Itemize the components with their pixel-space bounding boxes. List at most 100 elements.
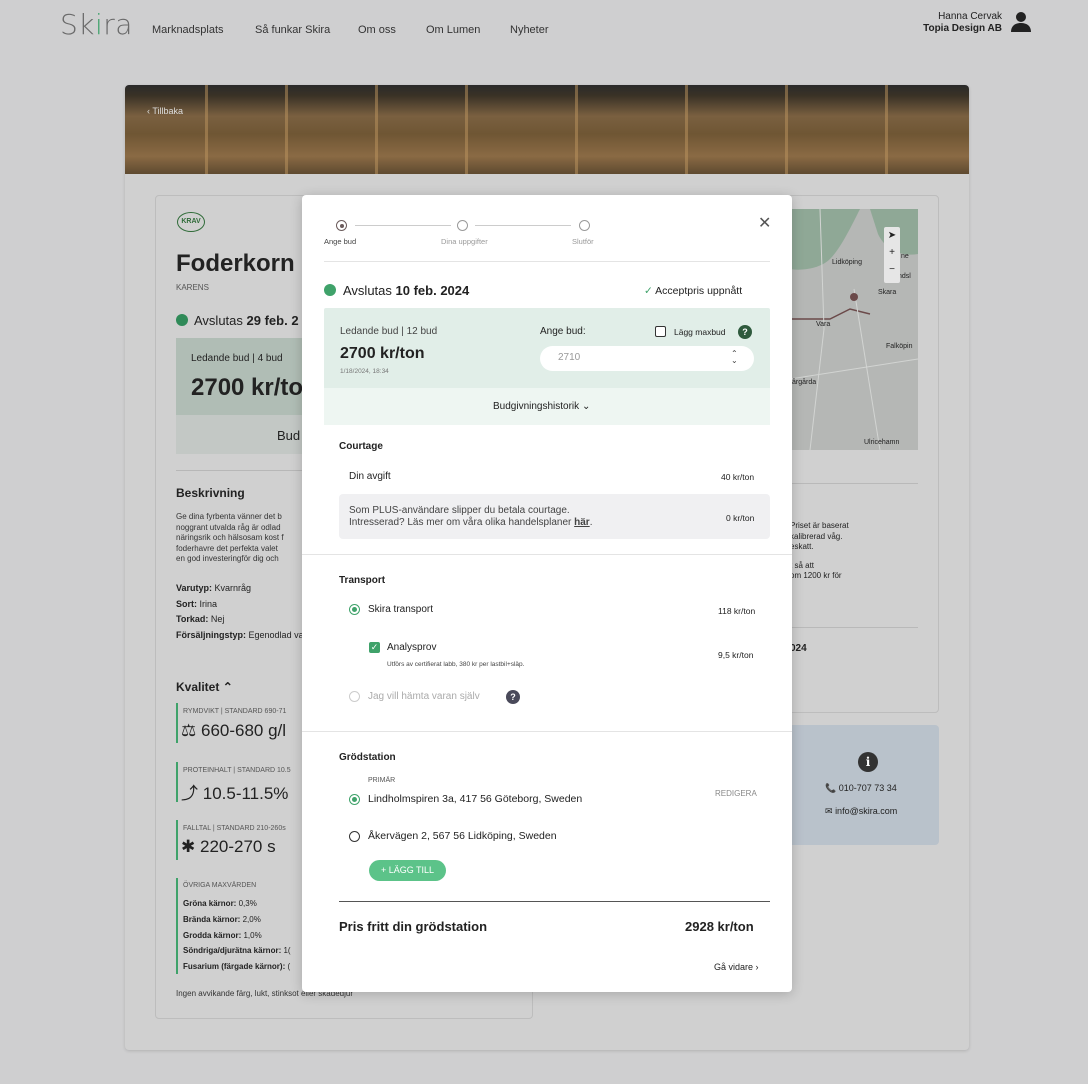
other-row: Brända kärnor: 2,0% — [183, 912, 291, 928]
stepper-line — [355, 225, 451, 226]
nav-om-oss[interactable]: Om oss — [358, 24, 396, 36]
ends-date: 10 feb. 2024 — [395, 283, 470, 298]
side-text: Priset är baserat kalibrerad våg. eskatt… — [790, 521, 849, 582]
stepper-arrows-icon[interactable]: ⌃ ⌄ — [731, 350, 738, 365]
info-icon: i — [858, 752, 878, 772]
nav-sa-funkar-skira[interactable]: Så funkar Skira — [255, 24, 330, 36]
other-key: Fusarium (färgade kärnor): — [183, 962, 286, 972]
other-value: ( — [287, 962, 291, 972]
other-row: Gröna kärnor: 0,3% — [183, 896, 291, 912]
quality-label: RYMDVIKT | STANDARD 690-71 — [183, 708, 287, 715]
station-2-radio[interactable] — [349, 831, 360, 842]
leading-bid-time: 1/18/2024, 18:34 — [340, 368, 389, 375]
bid-input[interactable]: 2710 — [540, 346, 754, 371]
krav-logo: KRAV — [177, 212, 205, 232]
ends-label: Avslutas — [343, 283, 392, 298]
side-line: kalibrerad våg. — [790, 531, 843, 541]
next-label: Gå vidare — [714, 962, 754, 972]
quality-bar — [176, 820, 178, 860]
step-3-indicator — [579, 220, 590, 231]
divider — [176, 470, 306, 471]
quality-heading[interactable]: Kvalitet ⌃ — [176, 680, 233, 694]
total-value: 2928 kr/ton — [685, 919, 754, 934]
zoom-in-icon[interactable]: + — [884, 244, 900, 261]
station-1-radio[interactable] — [349, 794, 360, 805]
skira-transport-radio[interactable] — [349, 604, 360, 615]
prop-value: Nej — [210, 614, 225, 624]
falltal-icon: ✱ — [181, 837, 196, 856]
primary-label: PRIMÄR — [368, 777, 396, 784]
bg-bid-button[interactable]: Bud — [277, 428, 300, 443]
bid-count: 12 bud — [406, 326, 438, 337]
plus-info-text: Som PLUS-användare slipper du betala cou… — [349, 505, 592, 528]
history-label: Budgivningshistorik — [493, 401, 580, 412]
bg-bid-label: Ledande bud | 4 bud — [191, 353, 283, 364]
quality-value-text: 220-270 s — [199, 837, 276, 856]
self-pickup-radio[interactable] — [349, 691, 360, 702]
add-station-button[interactable]: + LÄGG TILL — [369, 860, 446, 881]
map-label: Skara — [878, 289, 897, 296]
other-value: 1,0% — [243, 930, 262, 940]
zoom-out-icon[interactable]: − — [884, 261, 900, 278]
analysprov-checkbox[interactable]: ✓ — [369, 642, 380, 653]
other-key: Gröna kärnor: — [183, 899, 237, 908]
quality-label: FALLTAL | STANDARD 210-260s — [183, 825, 286, 832]
desc-line: en god investeringför dig och — [176, 554, 279, 563]
contact-phone[interactable]: 📞 010-707 73 34 — [825, 783, 897, 794]
scale-icon: ⚖ — [181, 721, 197, 740]
courtage-heading: Courtage — [339, 441, 383, 452]
maxbid-label: Lägg maxbud — [674, 327, 726, 337]
plans-link[interactable]: här — [574, 517, 590, 528]
quality-value-text: 10.5-11.5% — [202, 784, 289, 803]
divider — [339, 901, 770, 902]
quality-bar — [176, 703, 178, 743]
user-info[interactable]: Hanna Cervak Topia Design AB — [923, 11, 1002, 35]
product-subtitle: KARENS — [176, 283, 209, 292]
stepper-line — [475, 225, 571, 226]
step-3-label: Slutför — [572, 237, 594, 246]
other-value: 0,3% — [238, 899, 257, 908]
map-label: ne — [901, 253, 909, 260]
side-date: 024 — [790, 643, 807, 654]
edit-station-button[interactable]: REDIGERA — [715, 789, 757, 798]
maxbid-checkbox[interactable] — [655, 326, 666, 337]
user-icon[interactable] — [1011, 11, 1031, 33]
other-row: Grodda kärnor: 1,0% — [183, 928, 291, 944]
map-label: årgårda — [792, 379, 817, 386]
help-icon[interactable]: ? — [738, 325, 752, 339]
nav-nyheter[interactable]: Nyheter — [510, 24, 549, 36]
map-label: Lidköping — [832, 259, 862, 266]
back-link[interactable]: ‹ Tillbaka — [147, 106, 183, 116]
nav-om-lumen[interactable]: Om Lumen — [426, 24, 480, 36]
analysprov-note: Utförs av certifierat labb, 380 kr per l… — [387, 661, 525, 668]
prop-value: Egenodlad va — [248, 629, 304, 640]
other-key: Söndriga/djurätna kärnor: — [183, 946, 282, 956]
desc-line: noggrant utvalda råg är odlad — [176, 522, 281, 532]
skira-logo[interactable]: Skira — [60, 8, 133, 41]
station-1-address: Lindholmspiren 3a, 417 56 Göteborg, Swed… — [368, 793, 583, 805]
map[interactable]: Lidköping Skara Vara Falköpin årgårda Ul… — [790, 209, 918, 450]
total-label: Pris fritt din grödstation — [339, 919, 488, 934]
divider — [302, 554, 792, 555]
navigate-icon[interactable]: ➤ — [884, 227, 900, 244]
next-button[interactable]: Gå vidare › — [714, 962, 759, 972]
help-icon[interactable]: ? — [506, 690, 520, 704]
bid-history-toggle[interactable]: Budgivningshistorik ⌄ — [493, 401, 590, 412]
logo-text-end: ra — [103, 8, 133, 41]
contact-email[interactable]: ✉ info@skira.com — [825, 806, 897, 817]
description-heading: Beskrivning — [176, 486, 245, 500]
prop-key: Sort: — [176, 598, 197, 609]
phone-icon: 📞 — [825, 783, 837, 793]
hero-image — [125, 85, 969, 174]
chevron-up-icon: ⌃ — [222, 680, 233, 694]
clock-icon — [324, 284, 336, 296]
close-icon[interactable]: ✕ — [758, 216, 771, 232]
map-controls: ➤ + − — [884, 227, 900, 283]
chevron-down-icon: ⌄ — [581, 401, 591, 412]
prop-row: Sort: Irina — [176, 597, 304, 613]
phone-number: 010-707 73 34 — [838, 783, 897, 793]
bg-bid-price: 2700 kr/to — [191, 374, 304, 401]
prop-key: Torkad: — [176, 614, 209, 624]
side-line: eskatt. — [790, 542, 814, 551]
nav-marknadsplats[interactable]: Marknadsplats — [152, 24, 224, 36]
